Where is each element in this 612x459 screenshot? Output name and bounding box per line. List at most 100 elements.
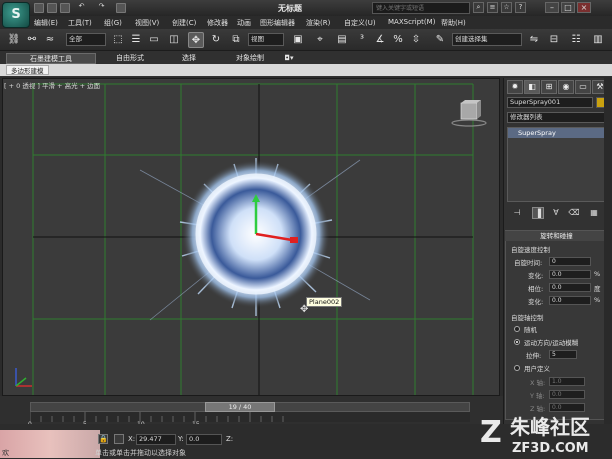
named-selection-select[interactable]: 创建选择集 xyxy=(452,33,522,46)
make-unique-icon[interactable]: ∀ xyxy=(550,207,562,219)
select-by-name-icon[interactable]: ☰ xyxy=(128,32,144,48)
menu-views[interactable]: 视图(V) xyxy=(135,18,159,28)
variation-field[interactable]: 0.0 xyxy=(549,270,591,279)
minimize-button[interactable]: – xyxy=(545,2,559,13)
angle-snap-icon[interactable]: ∡ xyxy=(372,32,388,48)
percent-snap-icon[interactable]: % xyxy=(390,32,406,48)
spinner-snap-icon[interactable]: ⇳ xyxy=(408,32,424,48)
window-crossing-icon[interactable]: ◫ xyxy=(166,32,182,48)
move-cursor-icon: ✥ xyxy=(300,304,309,315)
x-coord-field[interactable]: 29.477 xyxy=(136,434,176,445)
help-icon[interactable]: ? xyxy=(515,2,526,13)
select-link-icon[interactable]: ⛓ xyxy=(6,32,22,48)
align-icon[interactable]: ⊟ xyxy=(546,32,562,48)
z-coord-label: Z: xyxy=(226,435,234,443)
menu-create[interactable]: 创建(C) xyxy=(172,18,196,28)
select-manipulate-icon[interactable]: ⌖ xyxy=(312,32,328,48)
graphite-toggle-icon[interactable]: ▥ xyxy=(590,32,606,48)
absolute-mode-icon[interactable] xyxy=(114,434,124,444)
variation2-field[interactable]: 0.0 xyxy=(549,296,591,305)
menu-rendering[interactable]: 渲染(R) xyxy=(306,18,330,28)
lock-selection-icon[interactable]: 🔒 xyxy=(98,434,108,444)
motion-direction-radio[interactable] xyxy=(514,339,520,345)
menu-animation[interactable]: 动画 xyxy=(237,18,251,28)
tab-graphite-modeling[interactable]: 石墨建模工具 xyxy=(6,53,96,64)
modifier-stack xyxy=(507,127,607,202)
display-panel-icon[interactable]: ▭ xyxy=(575,80,591,94)
modify-panel-icon[interactable]: ◧ xyxy=(524,80,540,94)
stretch-field[interactable]: 5 xyxy=(549,350,577,359)
edit-named-selection-icon[interactable]: ✎ xyxy=(432,32,448,48)
menu-modifiers[interactable]: 修改器 xyxy=(207,18,228,28)
x-axis-field[interactable]: 1.0 xyxy=(549,377,585,386)
close-button[interactable]: × xyxy=(577,2,591,13)
redo-icon[interactable]: ↷ xyxy=(96,2,107,13)
pin-stack-icon[interactable]: ⊣ xyxy=(511,207,523,219)
viewcube[interactable] xyxy=(448,96,490,130)
stack-item-superspray[interactable]: SuperSpray xyxy=(508,128,606,138)
keyboard-shortcut-icon[interactable]: ▤ xyxy=(334,32,350,48)
tab-selection[interactable]: 选择 xyxy=(164,53,214,64)
star-icon[interactable]: ☆ xyxy=(501,2,512,13)
tab-polygon-modeling[interactable]: 多边形建模 xyxy=(6,65,49,75)
restore-button[interactable]: □ xyxy=(561,2,575,13)
rollout-title[interactable]: 旋转和碰撞 xyxy=(505,231,608,241)
layer-manager-icon[interactable]: ☷ xyxy=(568,32,584,48)
superspray-particle-burst[interactable] xyxy=(120,150,400,350)
pivot-center-icon[interactable]: ▣ xyxy=(290,32,306,48)
app-logo-button[interactable]: S xyxy=(2,2,30,28)
user-defined-radio[interactable] xyxy=(514,365,520,371)
phase-label: 相位: xyxy=(528,285,544,293)
menu-tools[interactable]: 工具(T) xyxy=(68,18,92,28)
mirror-icon[interactable]: ⇋ xyxy=(526,32,542,48)
select-object-icon[interactable]: ⬚ xyxy=(110,32,126,48)
save-icon[interactable] xyxy=(60,3,70,13)
rect-selection-icon[interactable]: ▭ xyxy=(146,32,162,48)
object-name-field[interactable]: SuperSpray001 xyxy=(507,97,593,108)
create-panel-icon[interactable]: ✹ xyxy=(507,80,523,94)
tab-freeform[interactable]: 自由形式 xyxy=(100,53,160,64)
menu-customize[interactable]: 自定义(U) xyxy=(344,18,376,28)
phase-field[interactable]: 0.0 xyxy=(549,283,591,292)
search-icon[interactable]: ⌕ xyxy=(473,2,484,13)
time-slider-thumb[interactable]: 19 / 40 xyxy=(205,402,275,412)
info-center-icon[interactable]: ≡ xyxy=(487,2,498,13)
modifier-list-select[interactable]: 修改器列表 xyxy=(507,112,607,123)
hierarchy-panel-icon[interactable]: ⊞ xyxy=(541,80,557,94)
motion-panel-icon[interactable]: ◉ xyxy=(558,80,574,94)
viewport-label[interactable]: [ + 0 透视 ] 平滑 + 高光 + 边面 xyxy=(4,80,100,90)
rotate-icon[interactable]: ↻ xyxy=(208,32,224,48)
y-axis-field[interactable]: 0.0 xyxy=(549,390,585,399)
menu-maxscript[interactable]: MAXScript(M) xyxy=(388,18,435,26)
move-icon[interactable]: ✥ xyxy=(188,32,204,48)
undo-icon[interactable]: ↶ xyxy=(76,2,87,13)
configure-sets-icon[interactable]: ▦ xyxy=(588,207,600,219)
project-folder-icon[interactable] xyxy=(116,3,126,13)
spin-speed-section-label: 自旋速度控制 xyxy=(511,246,550,254)
menu-group[interactable]: 组(G) xyxy=(104,18,122,28)
remove-modifier-icon[interactable]: ⌫ xyxy=(568,207,580,219)
command-panel-scrollbar[interactable] xyxy=(604,78,612,424)
tab-object-paint[interactable]: 对象绘制 xyxy=(220,53,280,64)
ref-coord-select[interactable]: 视图 xyxy=(248,33,284,46)
random-radio[interactable] xyxy=(514,326,520,332)
x-axis-label: X 轴: xyxy=(530,379,546,387)
show-end-result-icon[interactable]: ▐ xyxy=(532,207,544,219)
unlink-icon[interactable]: ⚯ xyxy=(24,32,40,48)
maxscript-listener-area[interactable] xyxy=(0,430,100,458)
spin-time-field[interactable]: 0 xyxy=(549,257,591,266)
open-file-icon[interactable] xyxy=(47,3,57,13)
track-bar-ruler[interactable] xyxy=(30,412,470,422)
menu-graph-editors[interactable]: 图形编辑器 xyxy=(260,18,295,28)
new-file-icon[interactable] xyxy=(34,3,44,13)
scale-icon[interactable]: ⧉ xyxy=(228,32,244,48)
bind-space-warp-icon[interactable]: ≈ xyxy=(42,32,58,48)
ribbon-options-icon[interactable]: ◘▾ xyxy=(282,53,296,64)
snaps-toggle-icon[interactable]: ³ xyxy=(354,32,370,48)
random-radio-label: 随机 xyxy=(524,326,537,334)
menu-edit[interactable]: 编辑(E) xyxy=(34,18,58,28)
menu-help[interactable]: 帮助(H) xyxy=(441,18,466,28)
selection-filter-select[interactable]: 全部 xyxy=(66,33,106,46)
search-input[interactable] xyxy=(372,2,470,14)
y-coord-field[interactable]: 0.0 xyxy=(186,434,222,445)
